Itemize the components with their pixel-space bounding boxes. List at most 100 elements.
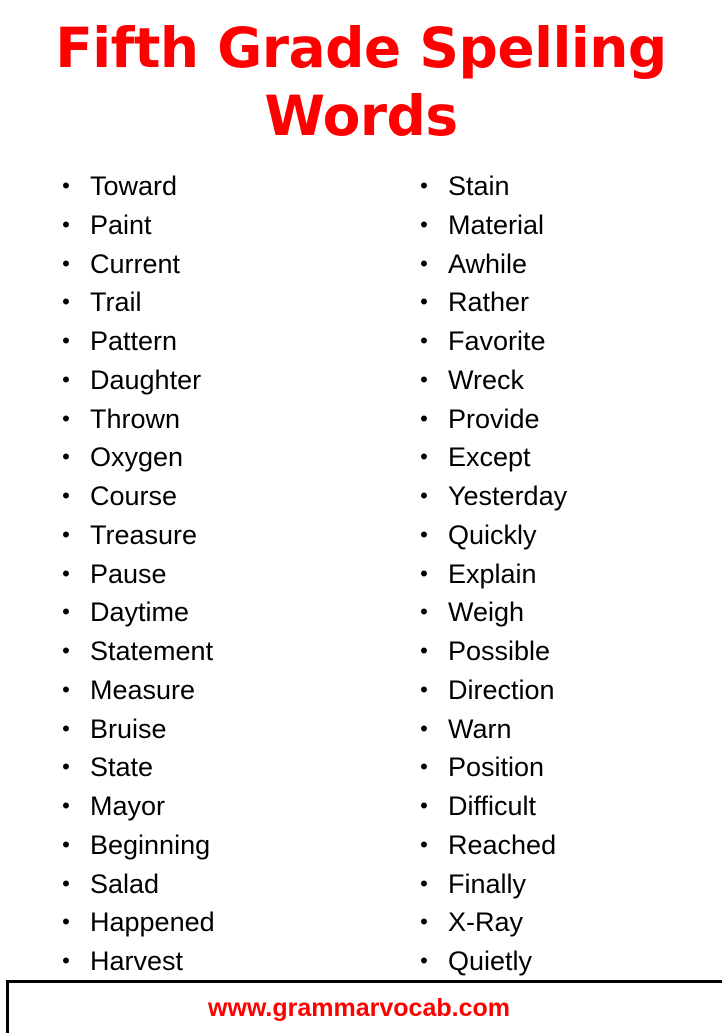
word-list-item: • Oxygen	[55, 438, 385, 477]
word-list-item: • Measure	[55, 671, 385, 710]
bullet-icon: •	[62, 211, 70, 237]
word-list-item: • Awhile	[413, 245, 713, 284]
spelling-word: Beginning	[90, 829, 211, 860]
bullet-icon: •	[62, 328, 70, 353]
spelling-word: Awhile	[448, 248, 528, 279]
spelling-word: Pause	[90, 558, 167, 589]
spelling-word: Measure	[90, 674, 196, 705]
word-list-item: • Beginning	[55, 826, 385, 865]
bullet-icon: •	[62, 366, 70, 392]
bullet-icon: •	[62, 638, 70, 663]
word-list-item: • Toward	[55, 167, 385, 206]
spelling-word: Difficult	[448, 791, 537, 821]
word-list-item: • Explain	[413, 555, 713, 594]
spelling-word: Position	[448, 752, 545, 783]
spelling-word: Bruise	[90, 713, 167, 744]
spelling-word: Daughter	[90, 364, 202, 395]
spelling-word: Warn	[448, 713, 512, 744]
spelling-word: Statement	[90, 636, 214, 666]
word-list-item: • Mayor	[55, 787, 385, 826]
bullet-icon: •	[62, 289, 70, 315]
word-list-item: • Favorite	[413, 322, 713, 361]
bullet-icon: •	[62, 444, 70, 470]
bullet-icon: •	[420, 870, 428, 896]
bullet-icon: •	[420, 211, 428, 237]
bullet-icon: •	[420, 676, 428, 702]
spelling-word: Harvest	[90, 946, 184, 976]
spelling-word: Stain	[448, 171, 510, 201]
page-title-line-2: Words	[264, 84, 458, 148]
spelling-word: Pattern	[90, 326, 178, 356]
spelling-word: Reached	[448, 829, 557, 860]
word-list-item: • Possible	[413, 632, 713, 671]
spelling-word: Salad	[90, 868, 160, 899]
spelling-word: Possible	[448, 636, 551, 666]
bullet-icon: •	[420, 483, 428, 508]
word-list-item: • Position	[413, 748, 713, 787]
worksheet-page: Fifth Grade Spelling Words • Toward • Paint…	[0, 0, 722, 1033]
spelling-word: Finally	[448, 868, 527, 899]
word-list-left: • Toward • Paint • Current • Trail • Pattern • Daug…	[55, 167, 385, 981]
spelling-word: State	[90, 752, 154, 783]
word-list-right: • Stain • Material • Awhile • Rather • Favorite • W…	[413, 167, 713, 981]
word-list-item: • Warn	[413, 710, 713, 749]
bullet-icon: •	[62, 909, 70, 935]
word-list-item: • Pause	[55, 555, 385, 594]
word-list-item: • Direction	[413, 671, 713, 710]
word-list-item: • Trail	[55, 283, 385, 322]
word-list-item: • Happened	[55, 903, 385, 942]
bullet-icon: •	[62, 250, 70, 276]
spelling-word: Happened	[90, 907, 215, 938]
spelling-word: Toward	[90, 171, 178, 201]
spelling-word: Oxygen	[90, 442, 184, 473]
spelling-word: Paint	[90, 209, 152, 240]
bullet-icon: •	[62, 676, 70, 702]
bullet-icon: •	[420, 560, 428, 586]
word-list-item: • Stain	[413, 167, 713, 206]
bullet-icon: •	[62, 754, 70, 780]
spelling-word: Direction	[448, 674, 555, 705]
word-list-item: • Reached	[413, 826, 713, 865]
bullet-icon: •	[62, 521, 70, 547]
word-list-item: • Rather	[413, 283, 713, 322]
spelling-word: Wreck	[448, 364, 525, 395]
spelling-word: X-Ray	[448, 907, 524, 938]
word-list-item: • Except	[413, 438, 713, 477]
word-list-item: • Current	[55, 245, 385, 284]
bullet-icon: •	[420, 754, 428, 780]
bullet-icon: •	[420, 250, 428, 276]
bullet-icon: •	[420, 173, 428, 198]
bullet-icon: •	[62, 173, 70, 198]
bullet-icon: •	[420, 521, 428, 547]
word-columns: • Toward • Paint • Current • Trail • Pattern • Daug…	[0, 167, 722, 976]
bullet-icon: •	[62, 405, 70, 431]
word-list-item: • Thrown	[55, 400, 385, 439]
spelling-word: Treasure	[90, 519, 198, 550]
word-list-item: • Material	[413, 206, 713, 245]
word-list-item: • Harvest	[55, 942, 385, 981]
word-list-item: • Treasure	[55, 516, 385, 555]
spelling-word: Mayor	[90, 791, 166, 821]
word-list-item: • Quickly	[413, 516, 713, 555]
footer-bar: www.grammarvocab.com	[6, 980, 722, 1033]
word-list-item: • Provide	[413, 400, 713, 439]
word-list-item: • State	[55, 748, 385, 787]
bullet-icon: •	[420, 715, 428, 741]
spelling-word: Quickly	[448, 519, 537, 550]
page-title-line-1: Fifth Grade Spelling	[55, 16, 667, 80]
bullet-icon: •	[62, 599, 70, 625]
bullet-icon: •	[420, 444, 428, 470]
spelling-word: Explain	[448, 558, 537, 589]
bullet-icon: •	[62, 870, 70, 896]
spelling-word: Favorite	[448, 326, 546, 356]
bullet-icon: •	[420, 405, 428, 431]
bullet-icon: •	[420, 793, 428, 818]
word-list-item: • Salad	[55, 865, 385, 904]
bullet-icon: •	[420, 948, 428, 973]
bullet-icon: •	[420, 831, 428, 857]
bullet-icon: •	[62, 560, 70, 586]
word-list-item: • Difficult	[413, 787, 713, 826]
word-list-item: • Daughter	[55, 361, 385, 400]
bullet-icon: •	[62, 483, 70, 508]
website-credit: www.grammarvocab.com	[208, 994, 510, 1022]
